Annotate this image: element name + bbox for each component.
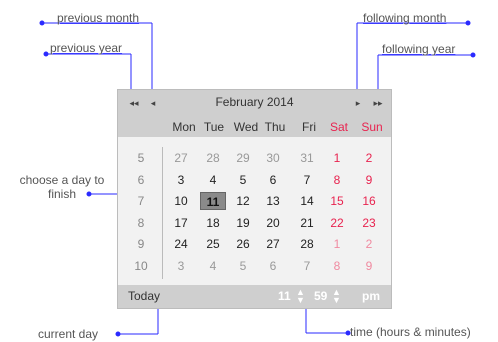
following-year-annotation: following year — [382, 42, 456, 56]
day-cell[interactable]: 23 — [356, 214, 382, 232]
day-cell[interactable]: 19 — [230, 214, 256, 232]
calendar-widget: ◂◂ ◂ February 2014 ▸ ▸▸ Mon Tue Wed Thu … — [117, 89, 392, 309]
day-cell[interactable]: 1 — [324, 235, 350, 253]
day-cell[interactable]: 9 — [356, 257, 382, 275]
day-cell[interactable]: 2 — [356, 149, 382, 167]
day-cell[interactable]: 27 — [260, 235, 286, 253]
day-cell[interactable]: 26 — [230, 235, 256, 253]
minutes-spinner-icon[interactable]: ▲ ▼ — [332, 288, 341, 305]
weekday-tue: Tue — [203, 120, 225, 134]
week-number: 9 — [137, 237, 145, 251]
week-number: 7 — [137, 194, 145, 208]
weekday-sun: Sun — [361, 120, 383, 134]
day-cell[interactable]: 8 — [324, 257, 350, 275]
day-cell[interactable]: 8 — [324, 171, 350, 189]
day-cell[interactable]: 18 — [200, 214, 226, 232]
day-cell[interactable]: 2 — [356, 235, 382, 253]
weekday-fri: Fri — [302, 120, 316, 134]
day-cell[interactable]: 29 — [230, 149, 256, 167]
week-number: 5 — [137, 151, 145, 165]
current-day-annotation: current day — [38, 327, 99, 341]
choose-day-annotation: choose a day to finish — [19, 173, 105, 201]
day-cell[interactable]: 31 — [294, 149, 320, 167]
calendar-footer: Today 11 ▲ ▼ 59 ▲ ▼ pm — [118, 285, 391, 308]
hours-value[interactable]: 11 — [278, 289, 291, 303]
day-cell[interactable]: 28 — [294, 235, 320, 253]
weekday-wed: Wed — [233, 120, 259, 134]
ampm-value[interactable]: pm — [362, 289, 380, 303]
following-month-button[interactable]: ▸ — [351, 96, 365, 110]
today-button[interactable]: Today — [128, 289, 160, 303]
day-cell[interactable]: 3 — [168, 171, 194, 189]
following-month-annotation: following month — [363, 11, 447, 25]
day-cell[interactable]: 14 — [294, 192, 320, 210]
week-number-divider — [162, 147, 163, 279]
day-cell[interactable]: 22 — [324, 214, 350, 232]
previous-month-annotation: previous month — [57, 11, 140, 25]
day-cell[interactable]: 17 — [168, 214, 194, 232]
day-cell[interactable]: 25 — [200, 235, 226, 253]
day-cell[interactable]: 28 — [200, 149, 226, 167]
day-cell[interactable]: 7 — [294, 257, 320, 275]
day-cell[interactable]: 5 — [230, 171, 256, 189]
day-cell[interactable]: 27 — [168, 149, 194, 167]
day-cell[interactable]: 6 — [260, 171, 286, 189]
weekday-sat: Sat — [329, 120, 348, 134]
week-number: 6 — [137, 172, 145, 187]
day-cell[interactable]: 16 — [356, 192, 382, 210]
day-cell[interactable]: 7 — [294, 171, 320, 189]
week-number: 10 — [134, 258, 148, 273]
day-cell[interactable]: 13 — [260, 192, 286, 210]
minutes-value[interactable]: 59 — [314, 289, 327, 303]
day-cell[interactable]: 10 — [168, 192, 194, 210]
calendar-header: ◂◂ ◂ February 2014 ▸ ▸▸ Mon Tue Wed Thu … — [118, 90, 391, 137]
day-cell[interactable]: 20 — [260, 214, 286, 232]
day-cell[interactable]: 1 — [324, 149, 350, 167]
day-cell[interactable]: 24 — [168, 235, 194, 253]
previous-year-annotation: previous year — [50, 41, 123, 55]
day-cell[interactable]: 12 — [230, 192, 256, 210]
day-cell[interactable]: 15 — [324, 192, 350, 210]
day-cell[interactable]: 5 — [230, 257, 256, 275]
hours-spinner-icon[interactable]: ▲ ▼ — [296, 288, 305, 305]
day-cell[interactable]: 9 — [356, 171, 382, 189]
day-cell[interactable]: 30 — [260, 149, 286, 167]
day-cell[interactable]: 4 — [200, 257, 226, 275]
weekday-mon: Mon — [172, 120, 196, 134]
week-number: 8 — [137, 215, 145, 230]
selected-day-cell[interactable]: 11 — [200, 192, 226, 210]
day-cell[interactable]: 21 — [294, 214, 320, 232]
weekday-thu: Thu — [264, 120, 286, 134]
day-cell[interactable]: 3 — [168, 257, 194, 275]
following-year-button[interactable]: ▸▸ — [371, 96, 385, 110]
day-cell[interactable]: 4 — [200, 171, 226, 189]
time-annotation: time (hours & minutes) — [350, 325, 471, 339]
day-cell[interactable]: 6 — [260, 257, 286, 275]
